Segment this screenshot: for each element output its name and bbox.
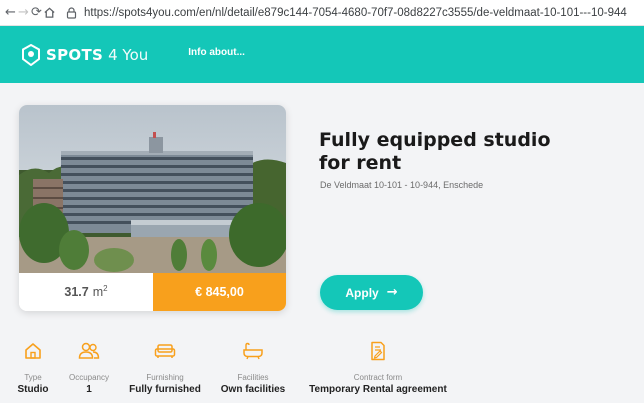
area-unit: m2 <box>93 284 108 299</box>
home-icon[interactable] <box>43 2 56 24</box>
contract-icon <box>367 340 389 362</box>
brand-name: SPOTS <box>46 45 104 64</box>
feature-type: Type Studio <box>16 340 50 395</box>
feature-label: Contract form <box>353 373 403 382</box>
area-unit-text: m <box>92 285 104 300</box>
house-icon <box>22 340 44 362</box>
feature-value: Fully furnished <box>129 384 201 395</box>
feature-label: Occupancy <box>68 373 110 382</box>
nav-info-about[interactable]: Info about... <box>188 47 245 58</box>
feature-label: Furnishing <box>146 373 184 382</box>
price-row: 31.7 m2 € 845,00 <box>19 273 286 311</box>
url-text[interactable]: https://spots4you.com/en/nl/detail/e879c… <box>84 7 644 19</box>
area-unit-sup: 2 <box>103 284 108 294</box>
feature-label: Facilities <box>237 373 269 382</box>
brand-suffix: 4 You <box>108 45 149 64</box>
browser-toolbar: ← → ⟳ https://spots4you.com/en/nl/detail… <box>0 0 644 26</box>
feature-furnishing: Furnishing Fully furnished <box>125 340 205 395</box>
listing-card: 31.7 m2 € 845,00 <box>19 105 286 311</box>
listing-address: De Veldmaat 10-101 - 10-944, Enschede <box>320 180 484 190</box>
rent-price: € 845,00 <box>153 273 286 311</box>
address-bar[interactable]: https://spots4you.com/en/nl/detail/e879c… <box>64 3 644 23</box>
logo[interactable]: SPOTS 4 You <box>21 43 149 66</box>
site-info-icon[interactable] <box>64 6 78 20</box>
location-pin-icon <box>22 43 40 66</box>
building-photo <box>19 105 286 273</box>
feature-value: Own facilities <box>220 384 286 395</box>
back-icon[interactable]: ← <box>4 2 17 24</box>
people-icon <box>78 340 100 362</box>
feature-value: Studio <box>17 384 49 395</box>
feature-occupancy: Occupancy 1 <box>64 340 114 395</box>
sofa-icon <box>154 340 176 362</box>
reload-icon[interactable]: ⟳ <box>30 2 43 24</box>
page-title: Fully equipped studio for rent <box>319 129 551 174</box>
bathtub-icon <box>242 340 264 362</box>
forward-icon[interactable]: → <box>17 2 30 24</box>
area-number: 31.7 <box>64 285 89 299</box>
arrow-right-icon: → <box>386 285 398 300</box>
site-header: SPOTS 4 You Info about... <box>0 26 644 83</box>
feature-value: Temporary Rental agreement <box>309 384 447 395</box>
area-value: 31.7 m2 <box>19 273 153 311</box>
feature-value: 1 <box>86 384 92 395</box>
apply-button-label: Apply <box>345 285 379 300</box>
feature-label: Type <box>24 373 42 382</box>
apply-button[interactable]: Apply → <box>320 275 423 310</box>
feature-facilities: Facilities Own facilities <box>216 340 290 395</box>
feature-contract: Contract form Temporary Rental agreement <box>302 340 454 395</box>
